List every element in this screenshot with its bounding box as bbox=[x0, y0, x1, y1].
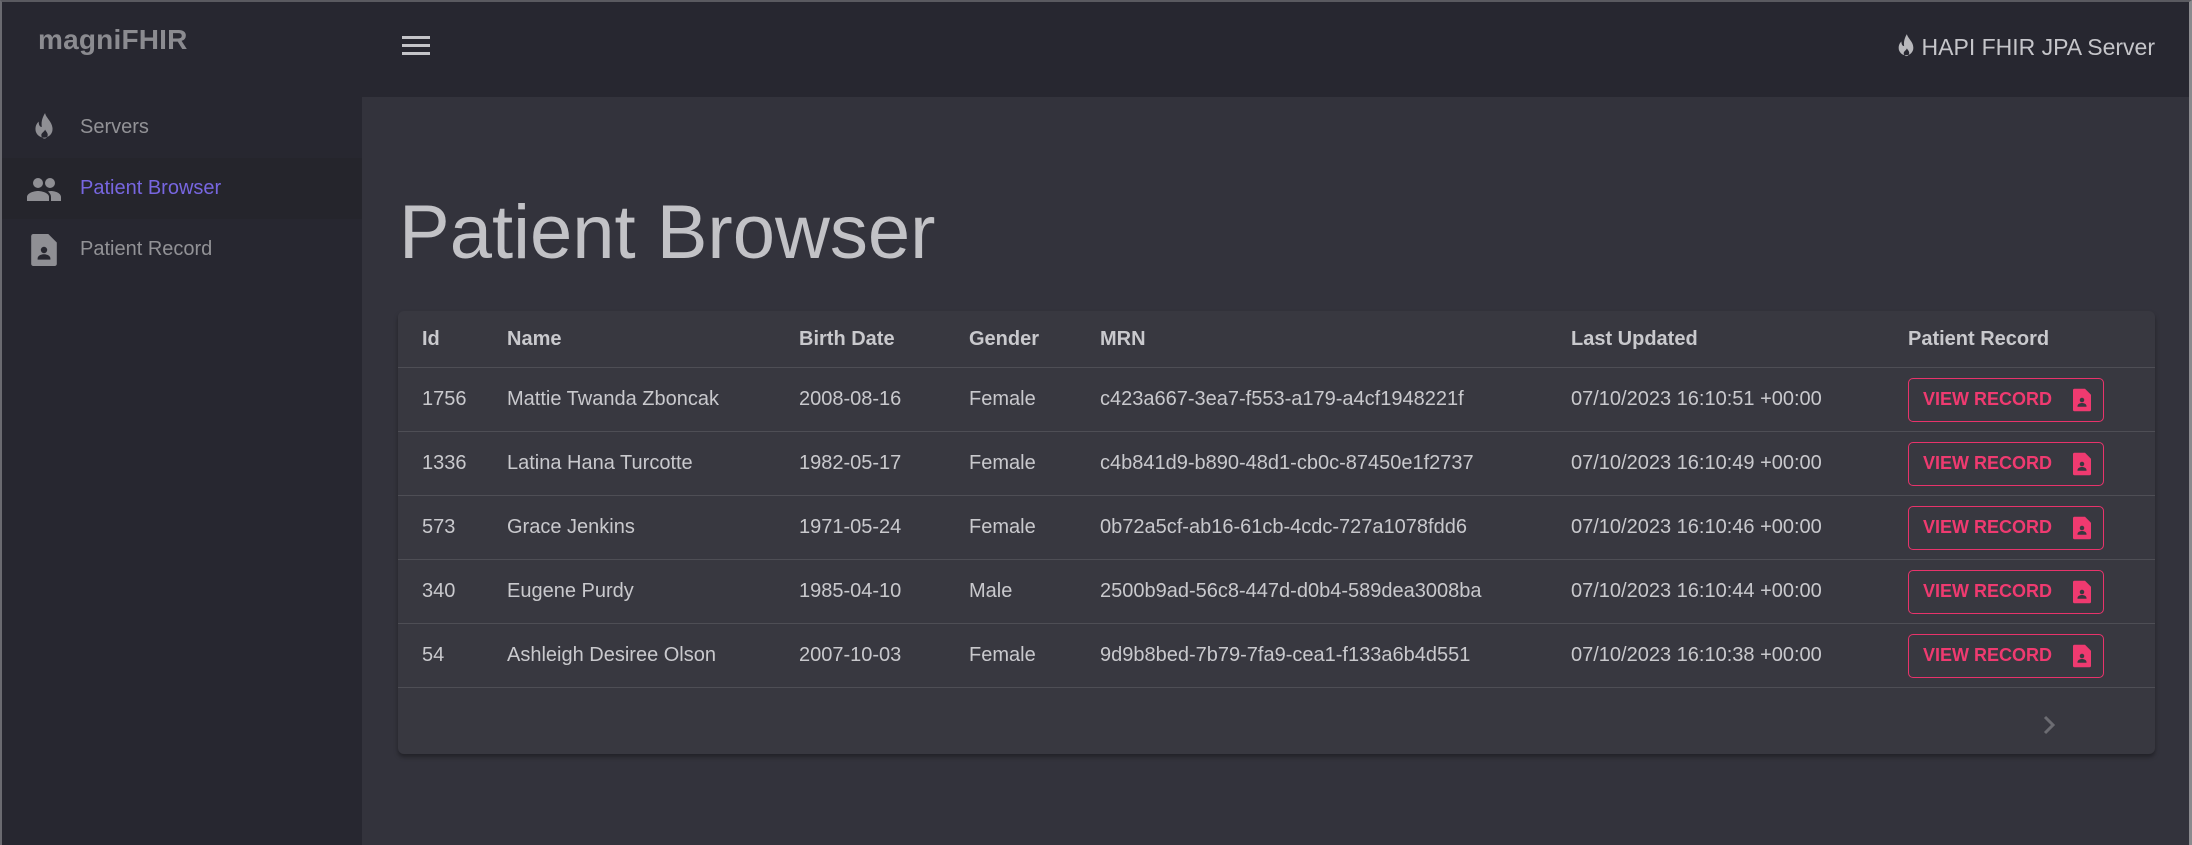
patient-file-icon bbox=[2073, 388, 2091, 411]
patient-file-icon bbox=[2073, 580, 2091, 603]
patient-file-icon bbox=[2073, 644, 2091, 667]
column-header-name[interactable]: Name bbox=[507, 311, 799, 368]
table-header-row: Id Name Birth Date Gender MRN Last Updat… bbox=[398, 311, 2155, 368]
table-row[interactable]: 1756 Mattie Twanda Zboncak 2008-08-16 Fe… bbox=[398, 367, 2155, 432]
cell-mrn: 9d9b8bed-7b79-7fa9-cea1-f133a6b4d551 bbox=[1100, 623, 1571, 688]
hamburger-icon bbox=[402, 36, 430, 39]
column-header-birth-date[interactable]: Birth Date bbox=[799, 311, 969, 368]
view-record-button[interactable]: VIEW RECORD bbox=[1908, 377, 2104, 422]
table-row[interactable]: 54 Ashleigh Desiree Olson 2007-10-03 Fem… bbox=[398, 623, 2155, 688]
cell-id: 1336 bbox=[398, 431, 507, 496]
cell-last-updated: 07/10/2023 16:10:46 +00:00 bbox=[1571, 495, 1908, 560]
patient-file-icon bbox=[27, 233, 61, 267]
patient-file-icon bbox=[2073, 452, 2091, 475]
cell-name: Eugene Purdy bbox=[507, 559, 799, 624]
hamburger-icon-bar bbox=[402, 52, 430, 55]
top-bar: HAPI FHIR JPA Server bbox=[362, 0, 2192, 97]
cell-gender: Female bbox=[969, 623, 1100, 688]
sidebar-item-patient-browser[interactable]: Patient Browser bbox=[0, 158, 362, 219]
cell-birth-date: 1982-05-17 bbox=[799, 431, 969, 496]
column-header-patient-record: Patient Record bbox=[1908, 311, 2155, 368]
flame-icon bbox=[1895, 32, 1917, 62]
patient-file-icon bbox=[2073, 516, 2091, 539]
cell-last-updated: 07/10/2023 16:10:51 +00:00 bbox=[1571, 367, 1908, 432]
cell-mrn: c423a667-3ea7-f553-a179-a4cf1948221f bbox=[1100, 367, 1571, 432]
sidebar-item-servers[interactable]: Servers bbox=[0, 97, 362, 158]
column-header-gender[interactable]: Gender bbox=[969, 311, 1100, 368]
cell-patient-record: VIEW RECORD bbox=[1908, 495, 2155, 560]
cell-gender: Female bbox=[969, 431, 1100, 496]
cell-id: 1756 bbox=[398, 367, 507, 432]
view-record-label: VIEW RECORD bbox=[1923, 389, 2053, 409]
view-record-label: VIEW RECORD bbox=[1923, 517, 2053, 537]
sidebar-item-label: Servers bbox=[80, 116, 149, 138]
hamburger-icon-bar bbox=[402, 44, 430, 47]
view-record-button[interactable]: VIEW RECORD bbox=[1908, 505, 2104, 550]
cell-id: 54 bbox=[398, 623, 507, 688]
view-record-button[interactable]: VIEW RECORD bbox=[1908, 569, 2104, 614]
column-header-last-updated[interactable]: Last Updated bbox=[1571, 311, 1908, 368]
sidebar: magniFHIR Servers Patient Browser Patien… bbox=[0, 0, 362, 845]
app-logo: magniFHIR bbox=[38, 24, 188, 55]
cell-mrn: c4b841d9-b890-48d1-cb0c-87450e1f2737 bbox=[1100, 431, 1571, 496]
cell-gender: Female bbox=[969, 367, 1100, 432]
cell-birth-date: 1985-04-10 bbox=[799, 559, 969, 624]
cell-gender: Male bbox=[969, 559, 1100, 624]
server-indicator: HAPI FHIR JPA Server bbox=[1895, 32, 2155, 62]
server-name-label: HAPI FHIR JPA Server bbox=[1921, 33, 2155, 60]
sidebar-item-label: Patient Browser bbox=[80, 177, 222, 199]
cell-birth-date: 2008-08-16 bbox=[799, 367, 969, 432]
table-pagination bbox=[398, 688, 2155, 754]
view-record-label: VIEW RECORD bbox=[1923, 581, 2053, 601]
menu-toggle-button[interactable] bbox=[402, 36, 430, 60]
view-record-label: VIEW RECORD bbox=[1923, 453, 2053, 473]
table-row[interactable]: 1336 Latina Hana Turcotte 1982-05-17 Fem… bbox=[398, 431, 2155, 496]
flame-icon bbox=[27, 111, 61, 145]
patient-table-card: Id Name Birth Date Gender MRN Last Updat… bbox=[398, 311, 2155, 754]
patient-table: Id Name Birth Date Gender MRN Last Updat… bbox=[398, 311, 2155, 688]
cell-name: Grace Jenkins bbox=[507, 495, 799, 560]
cell-birth-date: 1971-05-24 bbox=[799, 495, 969, 560]
column-header-id[interactable]: Id bbox=[398, 311, 507, 368]
next-page-button[interactable] bbox=[2034, 710, 2064, 740]
main-content: Patient Browser Id Name Birth Date Gende… bbox=[362, 97, 2192, 845]
view-record-label: VIEW RECORD bbox=[1923, 645, 2053, 665]
cell-id: 340 bbox=[398, 559, 507, 624]
view-record-button[interactable]: VIEW RECORD bbox=[1908, 633, 2104, 678]
cell-patient-record: VIEW RECORD bbox=[1908, 559, 2155, 624]
cell-gender: Female bbox=[969, 495, 1100, 560]
cell-name: Ashleigh Desiree Olson bbox=[507, 623, 799, 688]
cell-mrn: 0b72a5cf-ab16-61cb-4cdc-727a1078fdd6 bbox=[1100, 495, 1571, 560]
cell-mrn: 2500b9ad-56c8-447d-d0b4-589dea3008ba bbox=[1100, 559, 1571, 624]
cell-birth-date: 2007-10-03 bbox=[799, 623, 969, 688]
cell-last-updated: 07/10/2023 16:10:44 +00:00 bbox=[1571, 559, 1908, 624]
people-icon bbox=[27, 172, 61, 206]
column-header-mrn[interactable]: MRN bbox=[1100, 311, 1571, 368]
sidebar-item-label: Patient Record bbox=[80, 238, 213, 260]
cell-patient-record: VIEW RECORD bbox=[1908, 431, 2155, 496]
sidebar-item-patient-record[interactable]: Patient Record bbox=[0, 219, 362, 280]
page-title: Patient Browser bbox=[399, 190, 936, 275]
chevron-right-icon bbox=[2043, 715, 2056, 735]
cell-name: Mattie Twanda Zboncak bbox=[507, 367, 799, 432]
view-record-button[interactable]: VIEW RECORD bbox=[1908, 441, 2104, 486]
cell-id: 573 bbox=[398, 495, 507, 560]
cell-patient-record: VIEW RECORD bbox=[1908, 367, 2155, 432]
cell-name: Latina Hana Turcotte bbox=[507, 431, 799, 496]
sidebar-nav: Servers Patient Browser Patient Record bbox=[0, 97, 362, 280]
table-row[interactable]: 340 Eugene Purdy 1985-04-10 Male 2500b9a… bbox=[398, 559, 2155, 624]
cell-patient-record: VIEW RECORD bbox=[1908, 623, 2155, 688]
cell-last-updated: 07/10/2023 16:10:49 +00:00 bbox=[1571, 431, 1908, 496]
cell-last-updated: 07/10/2023 16:10:38 +00:00 bbox=[1571, 623, 1908, 688]
table-row[interactable]: 573 Grace Jenkins 1971-05-24 Female 0b72… bbox=[398, 495, 2155, 560]
